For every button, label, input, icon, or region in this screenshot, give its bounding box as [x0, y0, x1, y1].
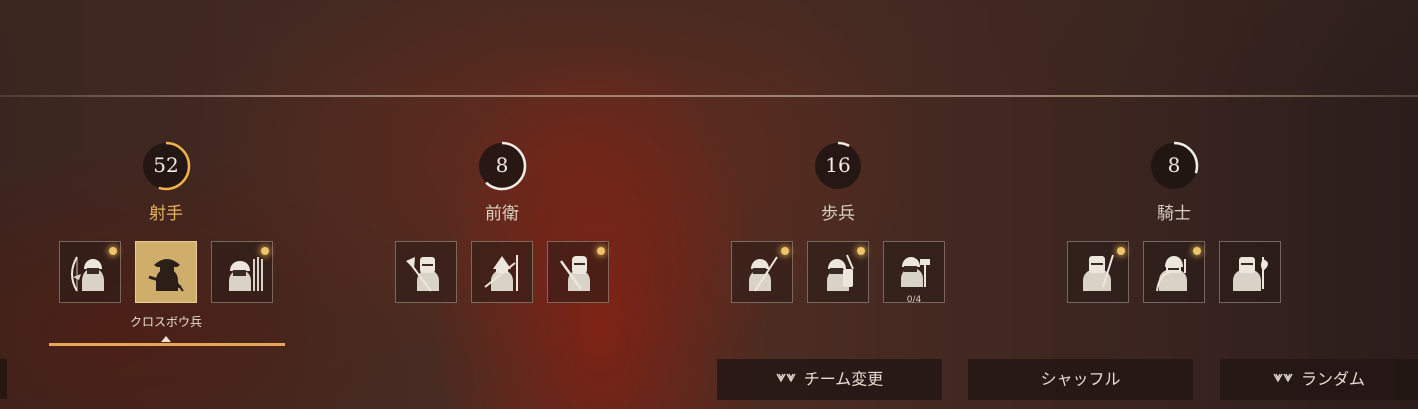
- unit-slot-armored-knight[interactable]: [1067, 241, 1129, 303]
- shuffle-button[interactable]: シャッフル: [968, 359, 1193, 400]
- new-indicator: [1117, 247, 1125, 255]
- armored-knight-sword-icon: [1083, 254, 1114, 291]
- class-title[interactable]: 射手: [46, 199, 286, 224]
- new-indicator: [1193, 247, 1201, 255]
- team-swap-icon: [776, 373, 796, 383]
- class-count: 52: [153, 153, 179, 177]
- unit-count: 0/4: [906, 295, 922, 305]
- unit-slot-knight-mace[interactable]: [1143, 241, 1205, 303]
- new-indicator: [857, 247, 865, 255]
- unit-slot-spearman[interactable]: [731, 241, 793, 303]
- unit-slot-archer[interactable]: [59, 241, 121, 303]
- javelin-thrower-icon: [229, 257, 263, 291]
- class-count: 8: [1167, 153, 1181, 177]
- knight-sword-icon: [559, 256, 590, 291]
- crossbowman-icon: [148, 259, 184, 292]
- background-scene: [0, 0, 1418, 96]
- archer-bow-icon: [71, 256, 104, 292]
- class-title[interactable]: 前衛: [382, 199, 622, 224]
- unit-slot-dual-swords[interactable]: [471, 241, 533, 303]
- random-label: ランダム: [1300, 369, 1365, 389]
- shield-infantry-icon: [827, 254, 854, 291]
- spearman-torch-icon: [749, 256, 778, 292]
- selected-unit-label: クロスボウ兵: [129, 315, 202, 329]
- team-swap-icon: [1273, 373, 1293, 383]
- shuffle-label: シャッフル: [1040, 369, 1121, 389]
- unit-slot-knight-sword[interactable]: [547, 241, 609, 303]
- knight-axe-icon: [1233, 257, 1268, 291]
- class-counter: 8: [476, 140, 528, 192]
- class-count: 16: [825, 153, 851, 177]
- class-title[interactable]: 歩兵: [718, 199, 958, 224]
- new-indicator: [597, 247, 605, 255]
- unit-slot-knight-axe[interactable]: [1219, 241, 1281, 303]
- class-title[interactable]: 騎士: [1054, 199, 1294, 224]
- change-team-label: チーム変更: [803, 369, 884, 389]
- class-count: 8: [495, 153, 509, 177]
- unit-slot-crossbowman[interactable]: [135, 241, 197, 303]
- new-indicator: [261, 247, 269, 255]
- dual-swords-warrior-icon: [484, 255, 518, 291]
- class-counter: 16: [812, 140, 864, 192]
- knight-mace-icon: [1156, 256, 1187, 292]
- change-team-button[interactable]: チーム変更: [717, 359, 942, 400]
- selection-caret: [161, 336, 171, 342]
- active-tab-underline: [49, 343, 285, 346]
- left-panel-edge: [0, 359, 7, 399]
- new-indicator: [781, 247, 789, 255]
- new-indicator: [109, 247, 117, 255]
- unit-slot-hammer-infantry[interactable]: 0/4: [883, 241, 945, 305]
- class-counter: 8: [1148, 140, 1200, 192]
- unit-list: 0/4: [718, 241, 958, 305]
- section-divider: [0, 95, 1418, 97]
- class-counter: 52: [140, 140, 192, 192]
- unit-list: [1054, 241, 1294, 305]
- unit-slot-axe-warrior[interactable]: [395, 241, 457, 303]
- axe-warrior-icon: [406, 257, 439, 292]
- unit-list: [46, 241, 286, 305]
- unit-slot-javelin-thrower[interactable]: [211, 241, 273, 303]
- unit-slot-shield-infantry[interactable]: [807, 241, 869, 303]
- unit-list: [382, 241, 622, 305]
- random-button[interactable]: ランダム: [1220, 359, 1418, 400]
- hammer-infantry-icon: [901, 257, 930, 287]
